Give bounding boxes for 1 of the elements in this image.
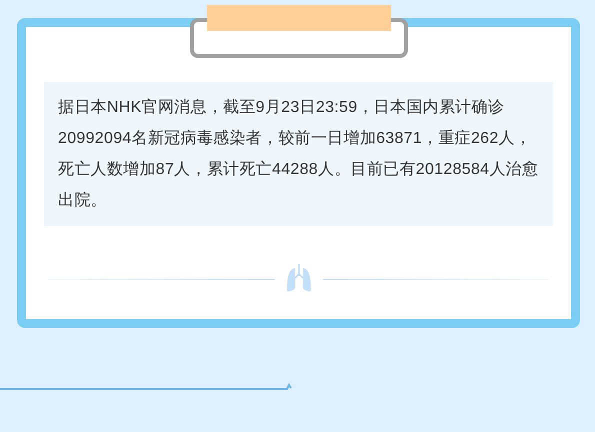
- news-paragraph: 据日本NHK官网消息，截至9月23日23:59，日本国内累计确诊20992094名新冠病毒感染者，较前一日增加63871，重症262人，死亡人数增加87人，累计死亡44288人。目前已有20128584人治愈出院。: [44, 82, 553, 226]
